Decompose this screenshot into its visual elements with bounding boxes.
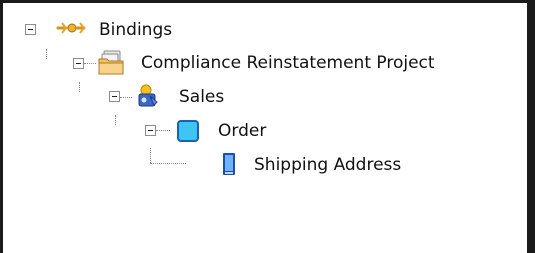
- binding-tree: Bindings Compliance Reinstatement Projec…: [3, 3, 527, 253]
- tree-panel: Bindings Compliance Reinstatement Projec…: [0, 0, 535, 253]
- tree-node-label-project[interactable]: Compliance Reinstatement Project: [141, 53, 435, 73]
- tree-node-label-shipping-address[interactable]: Shipping Address: [254, 155, 401, 175]
- tree-node-label-order[interactable]: Order: [218, 121, 266, 141]
- element-icon: [221, 152, 245, 176]
- collapse-bindings-button[interactable]: [25, 24, 36, 35]
- tree-connector: [156, 130, 170, 131]
- collapse-project-button[interactable]: [73, 58, 84, 69]
- tree-connector: [120, 97, 132, 98]
- tree-connector: [150, 163, 186, 164]
- tree-connector: [79, 82, 80, 92]
- project-folder-icon: [98, 50, 124, 75]
- tree-connector: [115, 115, 116, 125]
- tree-connector: [84, 63, 96, 64]
- component-icon: [175, 118, 199, 142]
- bindings-icon: [56, 18, 86, 42]
- collapse-order-button[interactable]: [145, 125, 156, 136]
- tree-connector: [150, 148, 151, 163]
- service-icon: [136, 84, 160, 108]
- tree-node-label-sales[interactable]: Sales: [179, 87, 224, 107]
- tree-node-label-bindings[interactable]: Bindings: [99, 20, 172, 40]
- tree-connector: [46, 49, 47, 59]
- collapse-sales-button[interactable]: [109, 91, 120, 102]
